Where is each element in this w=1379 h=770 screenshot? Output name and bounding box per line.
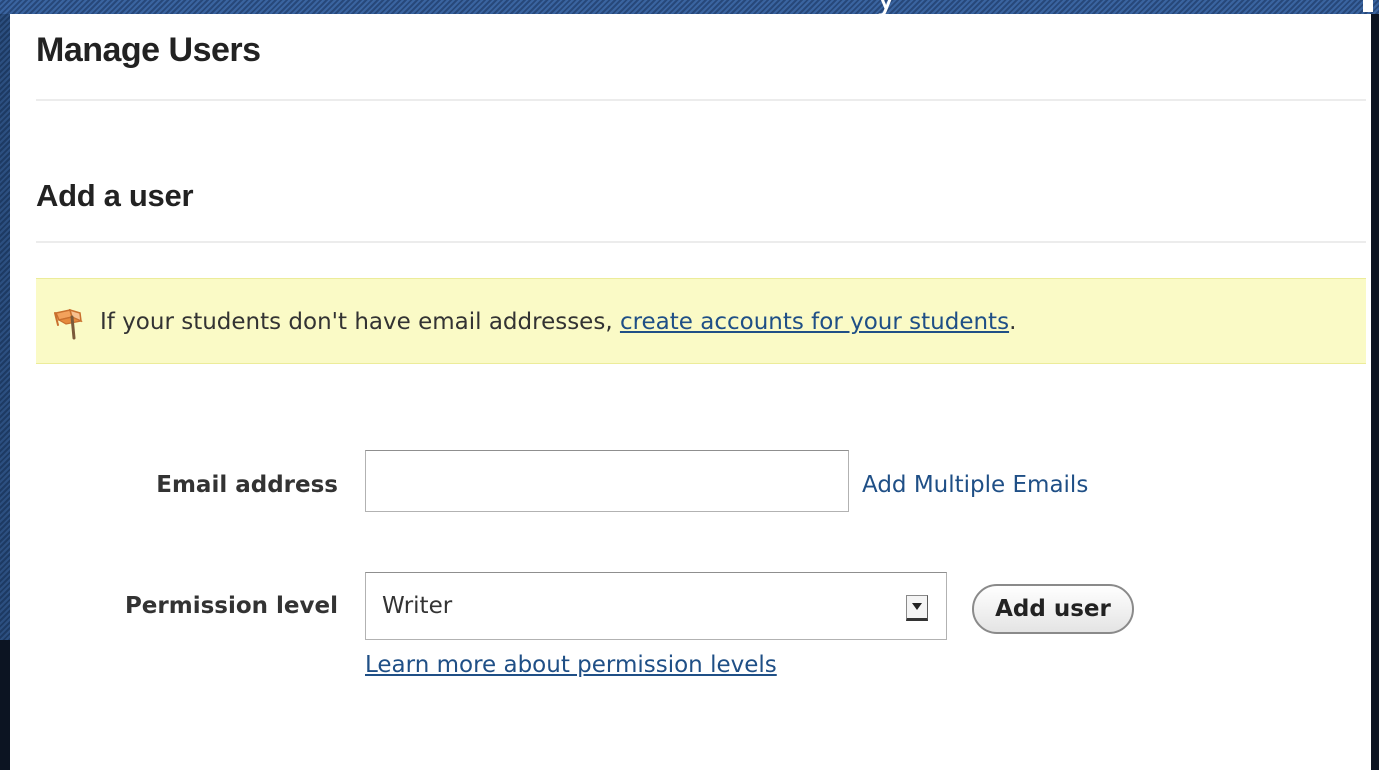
learn-permission-levels-link[interactable]: Learn more about permission levels: [365, 648, 777, 682]
page-title: Manage Users: [36, 31, 261, 69]
email-address-label: Email address: [156, 472, 338, 498]
permission-level-value: Writer: [382, 593, 453, 619]
title-divider: [36, 99, 1366, 101]
slide-frame-bottom: [0, 640, 10, 770]
section-divider: [36, 241, 1366, 243]
notice-text-after: .: [1009, 309, 1017, 335]
email-address-input[interactable]: [365, 450, 849, 512]
slide-frame-top: [0, 0, 1379, 14]
manage-users-panel: Manage Users Add a user If your students…: [10, 14, 1371, 770]
add-multiple-emails-link[interactable]: Add Multiple Emails: [862, 468, 1088, 502]
permission-level-select[interactable]: Writer: [365, 572, 947, 640]
notice-banner: If your students don't have email addres…: [36, 278, 1366, 364]
slide-frame-glyph: y: [876, 0, 902, 15]
create-accounts-link[interactable]: create accounts for your students: [620, 309, 1009, 335]
permission-level-label: Permission level: [124, 593, 338, 619]
add-user-heading: Add a user: [36, 178, 194, 213]
flag-icon: [50, 307, 86, 341]
notice-text-before: If your students don't have email addres…: [100, 309, 620, 335]
notice-text: If your students don't have email addres…: [100, 305, 1016, 339]
slide-frame-right: [1371, 14, 1379, 770]
slide-frame-mark: [1363, 0, 1373, 12]
add-user-button[interactable]: Add user: [972, 584, 1134, 634]
dropdown-arrow-icon[interactable]: [906, 595, 928, 621]
